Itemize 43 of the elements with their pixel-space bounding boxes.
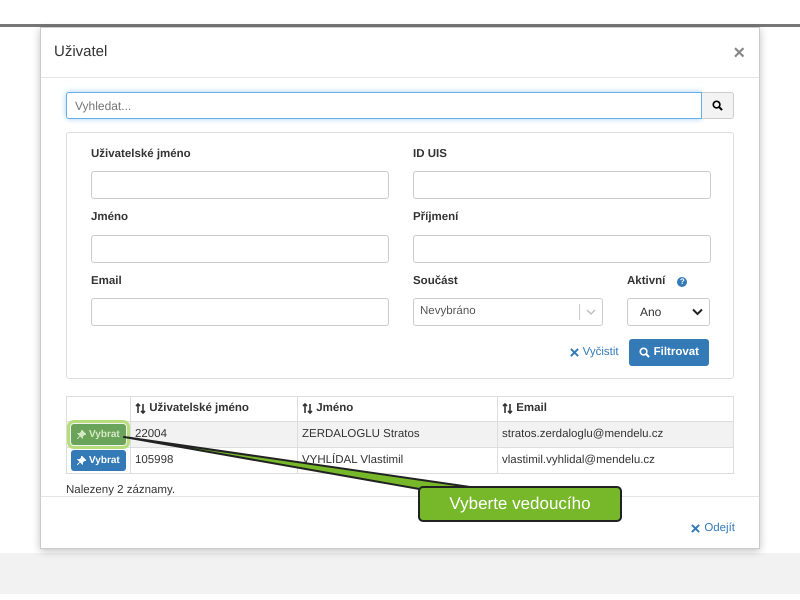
field-label: Aktivní [627,274,666,286]
clear-button[interactable]: Vyčistit [570,344,619,361]
close-icon [570,348,579,357]
dropdown-field[interactable]: Nevybráno [413,298,603,326]
field-label: Příjmení [413,211,458,224]
sort-icon [302,402,313,414]
field-label: Uživatelské jméno [91,148,191,160]
select-button[interactable]: Vybrat [71,424,126,445]
help-icon[interactable]: ? [677,276,688,286]
table-cell: 22004 [130,421,298,448]
search-button[interactable] [702,92,734,119]
dialog-title: Uživatel [54,42,108,62]
column-header[interactable]: Jméno [298,396,498,422]
select-field[interactable]: Ano [627,298,710,326]
column-header[interactable]: Email [498,396,734,422]
filter-button[interactable]: Filtrovat [628,338,709,366]
input-field[interactable] [91,171,389,200]
search-icon [712,100,723,111]
close-button[interactable]: × [733,42,745,62]
field-label: Součást [413,274,458,286]
pin-icon [77,456,86,465]
close-icon [691,524,700,533]
select-button[interactable]: Vybrat [71,450,126,471]
table-cell: stratos.zerdaloglu@mendelu.cz [498,421,734,448]
search-field[interactable]: Vyhledat... [66,92,702,119]
column-header[interactable]: Uživatelské jméno [130,396,298,422]
callout: Vyberte vedoucího [418,486,622,522]
search-icon [638,346,650,358]
field-label: Email [91,274,122,286]
sort-icon [502,402,513,414]
result-count: Nalezeny 2 záznamy. [66,482,176,498]
input-field[interactable] [413,171,711,200]
sort-icon [135,402,146,414]
field-label: ID UIS [413,148,447,160]
table-cell: ZERDALOGLU Stratos [298,421,498,448]
chevron-icon [692,308,703,316]
pin-icon [77,430,86,439]
table-cell: vlastimil.vyhlidal@mendelu.cz [498,447,734,474]
input-field[interactable] [91,298,389,326]
input-field[interactable] [413,234,711,262]
input-field[interactable] [91,234,389,262]
leave-button[interactable]: Odejít [691,520,735,538]
field-label: Jméno [91,211,128,224]
